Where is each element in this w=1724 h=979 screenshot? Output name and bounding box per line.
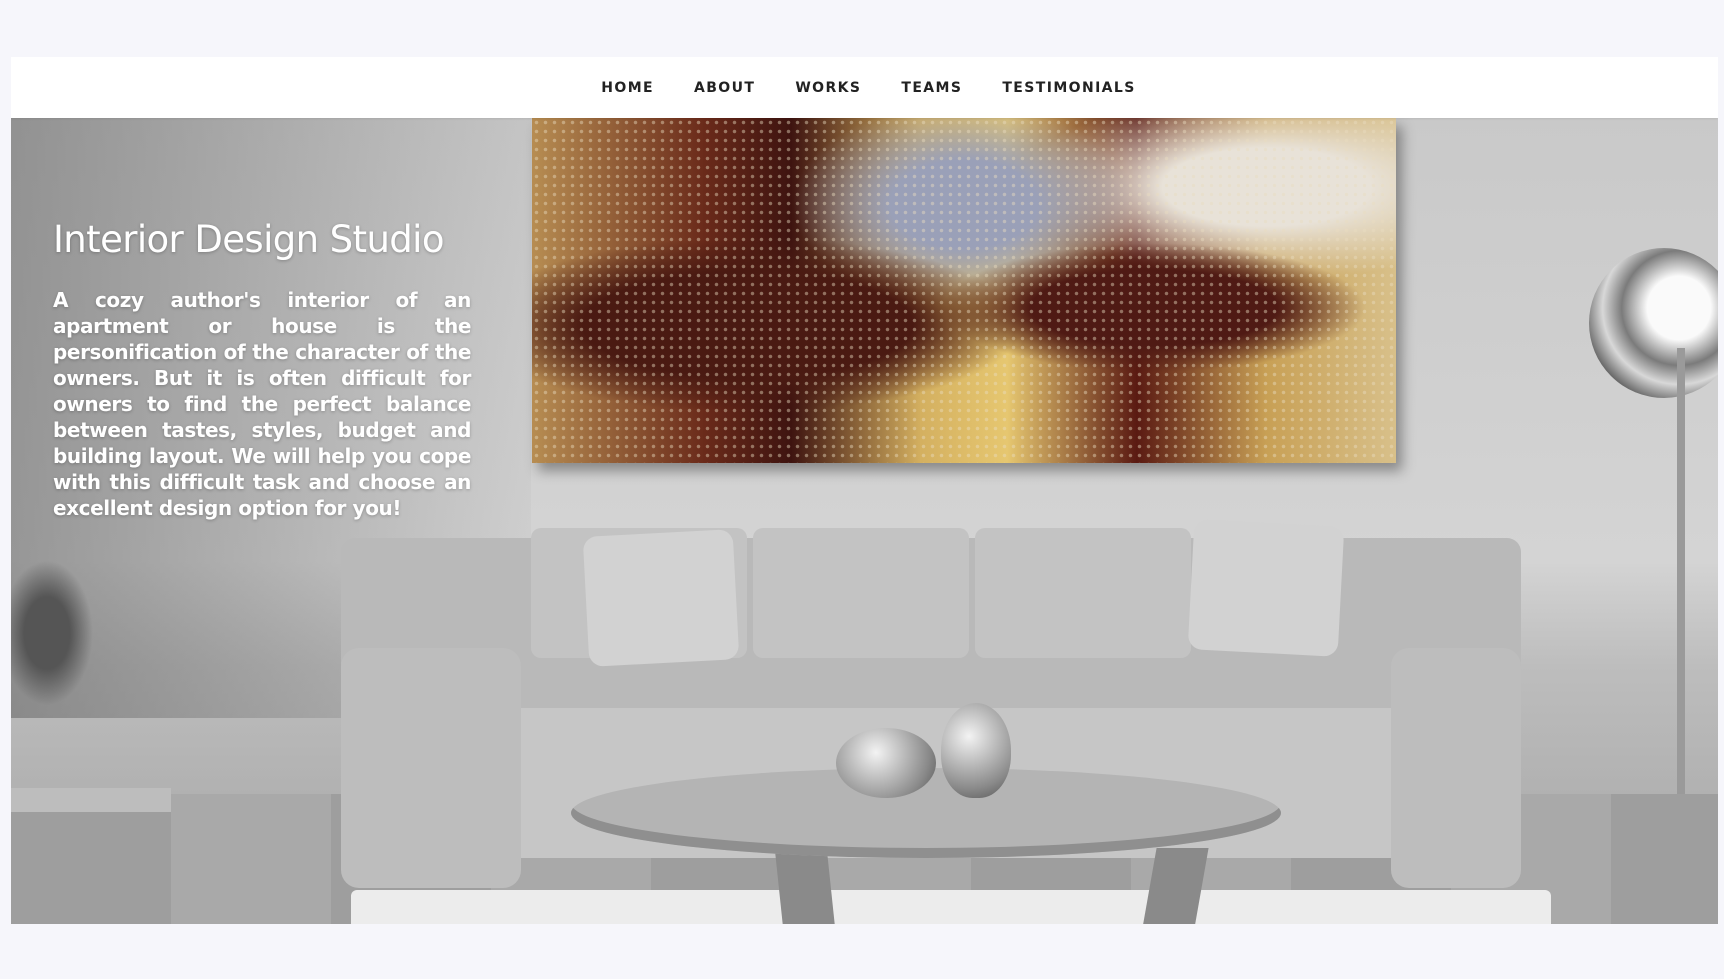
sofa-arm-right bbox=[1391, 648, 1521, 888]
plant bbox=[11, 548, 101, 718]
throw-pillow-left bbox=[582, 529, 740, 667]
sofa-back-cushion bbox=[753, 528, 969, 658]
sofa-back-cushion bbox=[975, 528, 1191, 658]
throw-pillow-right bbox=[1187, 519, 1345, 657]
painting-texture bbox=[532, 118, 1396, 463]
side-table bbox=[11, 788, 171, 812]
decor-vase bbox=[836, 728, 936, 798]
floor-lamp-head bbox=[1589, 248, 1718, 398]
hero-section: Interior Design Studio A cozy author's i… bbox=[11, 118, 1718, 924]
page-frame: HOME ABOUT WORKS TEAMS TESTIMONIALS Inte… bbox=[11, 57, 1718, 924]
abstract-painting bbox=[532, 118, 1396, 463]
hero-description: A cozy author's interior of an apartment… bbox=[53, 288, 471, 520]
sofa-arm-left bbox=[341, 648, 521, 888]
page-title: Interior Design Studio bbox=[53, 218, 445, 261]
nav-item-works[interactable]: WORKS bbox=[795, 80, 861, 96]
rug bbox=[351, 890, 1551, 924]
nav-item-teams[interactable]: TEAMS bbox=[901, 80, 962, 96]
nav-item-testimonials[interactable]: TESTIMONIALS bbox=[1002, 80, 1135, 96]
top-navbar: HOME ABOUT WORKS TEAMS TESTIMONIALS bbox=[11, 57, 1718, 118]
nav-item-home[interactable]: HOME bbox=[601, 80, 654, 96]
hero-text-block: Interior Design Studio A cozy author's i… bbox=[53, 218, 471, 521]
nav-item-about[interactable]: ABOUT bbox=[694, 80, 755, 96]
decor-vase bbox=[941, 703, 1011, 798]
